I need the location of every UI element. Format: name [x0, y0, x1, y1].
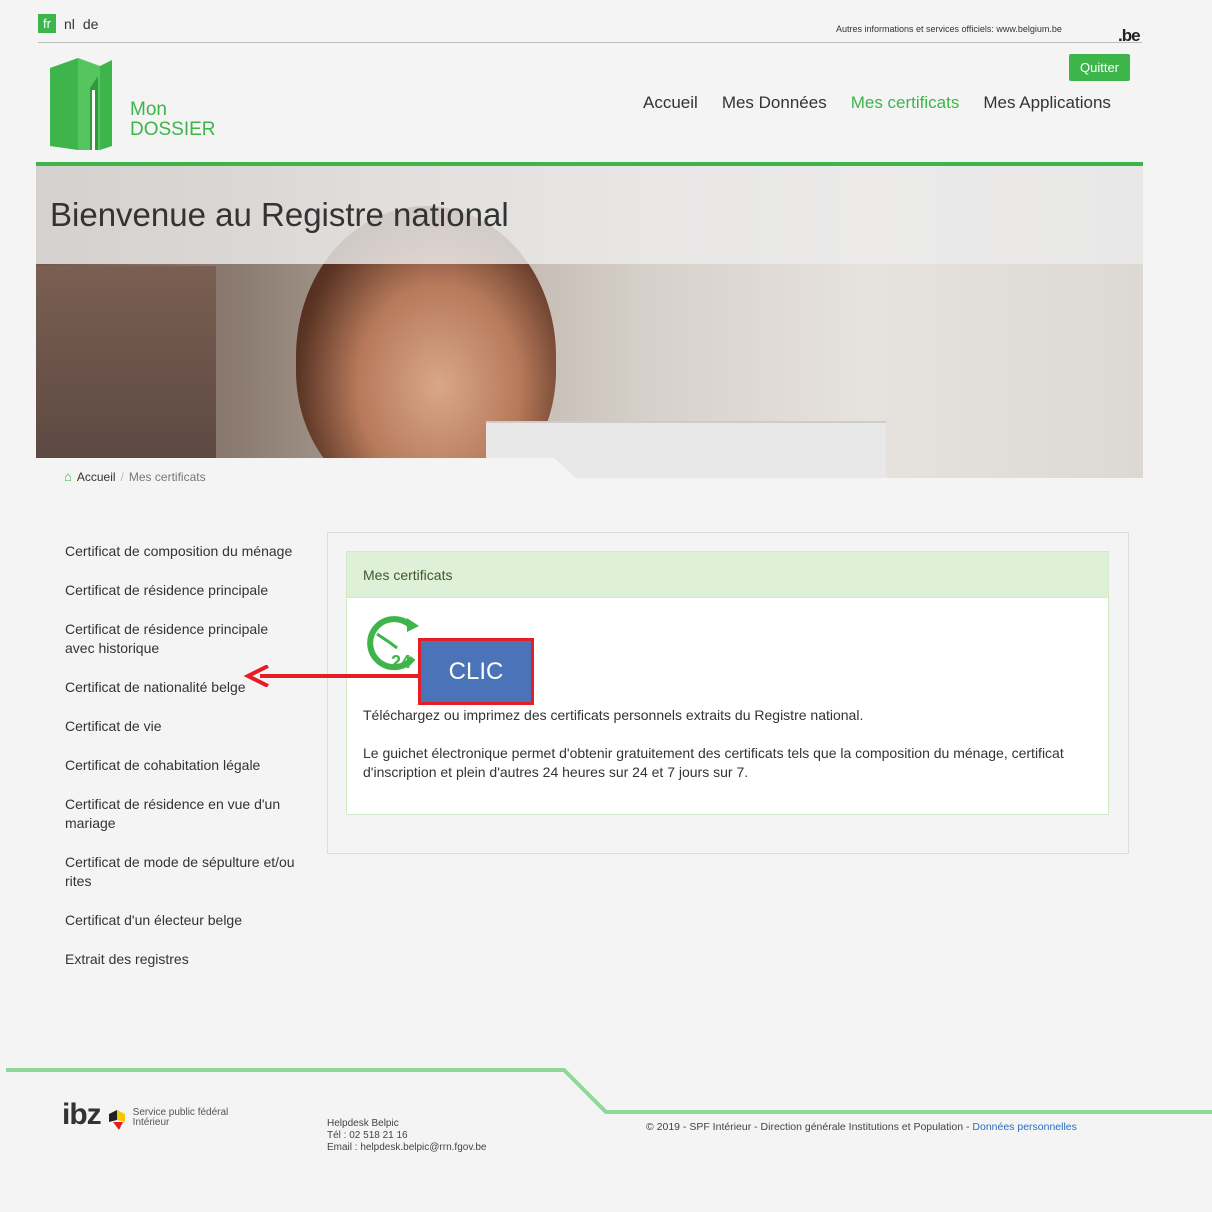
helpdesk-title: Helpdesk Belpic: [327, 1118, 399, 1129]
ibz-logo[interactable]: ibz Service public fédéral Intérieur: [62, 1100, 228, 1130]
sidebar-item-certificat-vie[interactable]: Certificat de vie: [65, 717, 295, 736]
official-info-link[interactable]: Autres informations et services officiel…: [836, 24, 1062, 34]
copyright-text: © 2019 - SPF Intérieur - Direction génér…: [646, 1121, 973, 1133]
breadcrumb-current: Mes certificats: [128, 469, 206, 484]
sidebar-item-electeur-belge[interactable]: Certificat d'un électeur belge: [65, 911, 295, 930]
copyright-notice: © 2019 - SPF Intérieur - Direction génér…: [646, 1121, 1077, 1133]
sidebar-item-residence-historique[interactable]: Certificat de résidence principale avec …: [65, 620, 295, 658]
hero-title: Bienvenue au Registre national: [50, 196, 509, 233]
mon-dossier-logo[interactable]: Mon DOSSIER: [50, 58, 230, 150]
belgium-be-logo[interactable]: .be: [1118, 26, 1141, 46]
folder-logo-icon: [50, 58, 112, 150]
helpdesk-phone: Tél : 02 518 21 16: [327, 1130, 408, 1141]
ibz-wordmark: ibz: [62, 1098, 102, 1131]
sidebar-item-mode-sepulture[interactable]: Certificat de mode de sépulture et/ou ri…: [65, 853, 295, 891]
ibz-sub-line2: Intérieur: [132, 1117, 170, 1128]
lang-fr[interactable]: fr: [38, 14, 56, 33]
sidebar-item-extrait-registres[interactable]: Extrait des registres: [65, 950, 295, 969]
language-switcher: fr nl de: [38, 14, 98, 33]
sidebar-item-residence-principale[interactable]: Certificat de résidence principale: [65, 581, 295, 600]
sidebar-item-composition-menage[interactable]: Certificat de composition du ménage: [65, 542, 295, 561]
card-text-1: Téléchargez ou imprimez des certificats …: [363, 707, 864, 723]
home-icon[interactable]: ⌂: [64, 469, 72, 484]
quit-button[interactable]: Quitter: [1069, 54, 1131, 81]
sidebar-item-cohabitation-legale[interactable]: Certificat de cohabitation légale: [65, 756, 295, 775]
lang-nl[interactable]: nl: [64, 16, 75, 32]
logo-text: Mon DOSSIER: [130, 100, 216, 140]
ibz-subtitle: Service public fédéral Intérieur: [133, 1108, 229, 1130]
sidebar-item-residence-mariage[interactable]: Certificat de résidence en vue d'un mari…: [65, 795, 295, 833]
belgian-flag-icon: [108, 1110, 125, 1130]
logo-line2: DOSSIER: [130, 119, 216, 140]
nav-mes-applications[interactable]: Mes Applications: [983, 93, 1111, 113]
nav-mes-certificats[interactable]: Mes certificats: [851, 93, 960, 113]
breadcrumb: ⌂ Accueil / Mes certificats: [64, 469, 206, 484]
top-divider: [38, 42, 1142, 43]
annotation-arrow-icon: [244, 665, 420, 687]
annotation-clic-box: CLIC: [418, 638, 534, 705]
hero-background-shelf: [36, 266, 216, 478]
helpdesk-email[interactable]: Email : helpdesk.belpic@rrn.fgov.be: [327, 1142, 487, 1154]
breadcrumb-separator: /: [120, 469, 124, 484]
logo-line1: Mon: [130, 99, 167, 120]
certificate-sidebar: Certificat de composition du ménage Cert…: [65, 542, 295, 989]
helpdesk-info: Helpdesk Belpic Tél : 02 518 21 16 Email…: [327, 1118, 487, 1154]
breadcrumb-home[interactable]: Accueil: [77, 470, 116, 484]
nav-accueil[interactable]: Accueil: [643, 93, 698, 113]
card-title: Mes certificats: [347, 552, 1108, 598]
privacy-link[interactable]: Données personnelles: [972, 1121, 1077, 1133]
card-text-2: Le guichet électronique permet d'obtenir…: [363, 745, 1064, 780]
nav-mes-donnees[interactable]: Mes Données: [722, 93, 827, 113]
lang-de[interactable]: de: [83, 16, 99, 32]
main-nav: Accueil Mes Données Mes certificats Mes …: [643, 93, 1111, 113]
hero-banner: Bienvenue au Registre national: [36, 166, 1143, 478]
